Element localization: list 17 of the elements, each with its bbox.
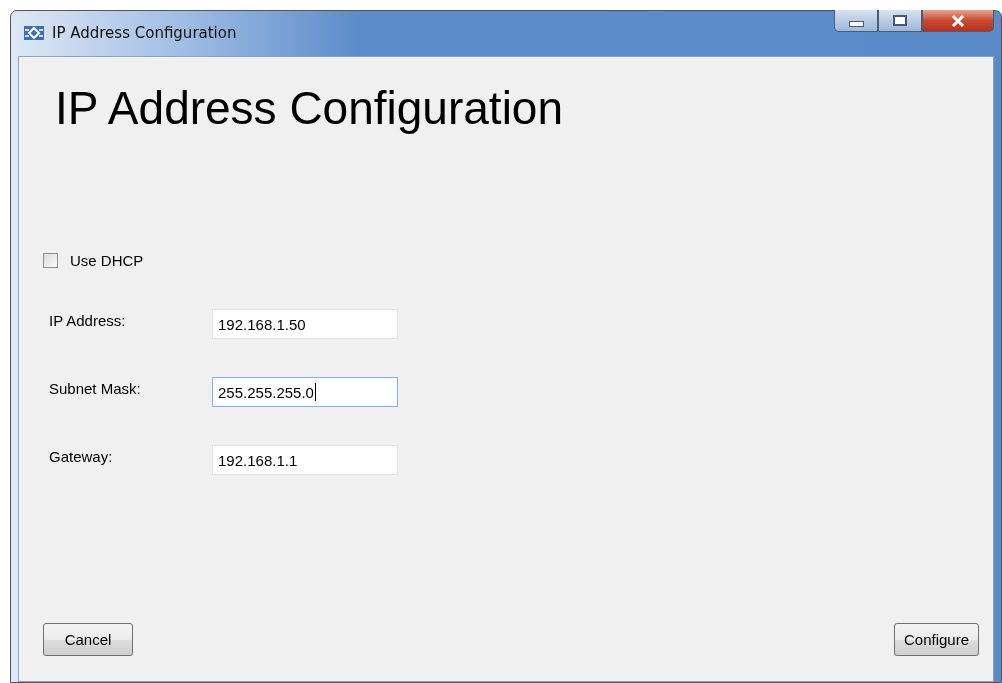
field-label: Gateway: — [49, 447, 114, 465]
checkbox-label: Use DHCP — [70, 252, 144, 269]
cancel-button[interactable]: Cancel — [43, 623, 133, 656]
configure-button[interactable]: Configure — [893, 623, 979, 656]
close-icon — [951, 14, 965, 27]
input-field[interactable]: 192.168.1.50 — [212, 309, 398, 339]
minimize-button[interactable] — [834, 10, 878, 32]
field-label: Subnet Mask: — [49, 379, 142, 397]
input-field[interactable]: 255.255.255.0 — [212, 377, 398, 407]
window-title: IP Address Configuration — [52, 24, 237, 42]
field-label: IP Address: — [49, 311, 127, 329]
page-heading: IP Address Configuration — [55, 81, 565, 135]
input-field[interactable]: 192.168.1.1 — [212, 445, 398, 475]
close-button[interactable] — [922, 10, 994, 32]
app-icon — [24, 26, 44, 40]
dhcp-checkbox[interactable] — [43, 253, 58, 268]
maximize-button[interactable] — [878, 10, 922, 32]
